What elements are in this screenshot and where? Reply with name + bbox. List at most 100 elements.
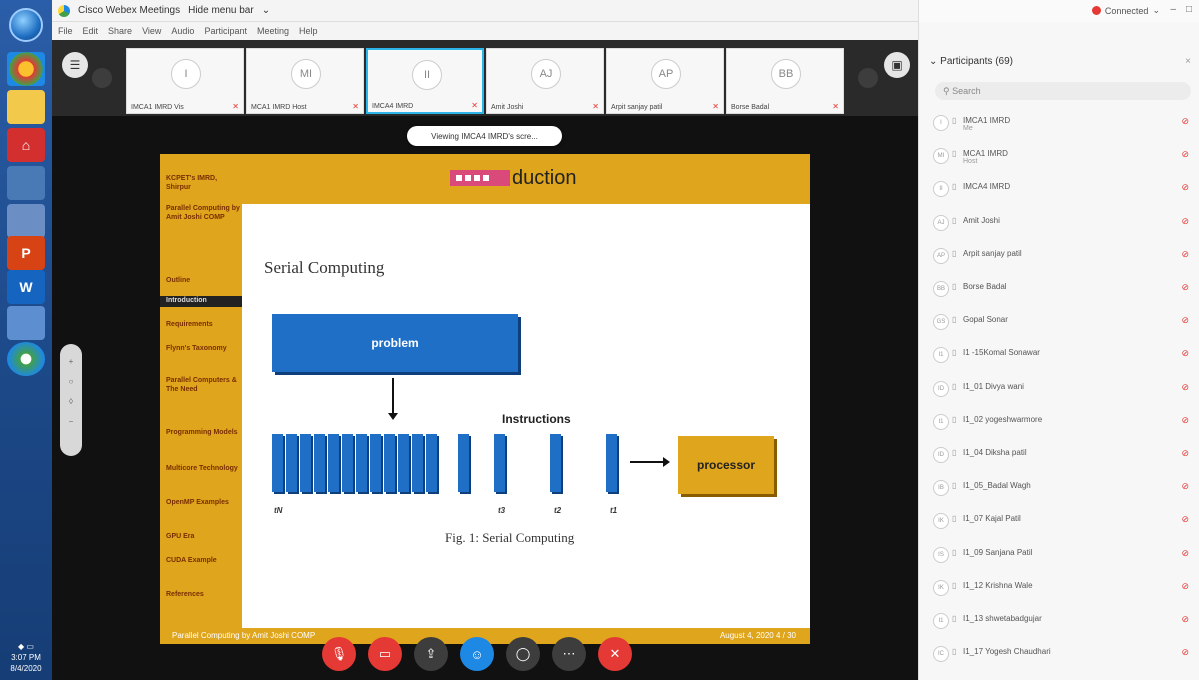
mic-muted-icon: ⊘	[1181, 448, 1189, 458]
participant-thumbnail[interactable]: MI MCA1 IMRD Host ✕	[246, 48, 364, 114]
video-off-button[interactable]: ▭	[368, 637, 402, 671]
explorer-taskbar-icon[interactable]	[7, 90, 45, 124]
menu-bar: File Edit Share View Audio Participant Meeting…	[52, 22, 918, 40]
connection-status[interactable]: Connected ⌄	[1091, 5, 1160, 16]
viewing-banner[interactable]: Viewing IMCA4 IMRD's scre...	[407, 126, 562, 146]
chrome-taskbar-icon[interactable]	[7, 52, 45, 86]
participant-thumbnail[interactable]: BB Borse Badal ✕	[726, 48, 844, 114]
powerpoint-taskbar-icon[interactable]: P	[7, 236, 45, 270]
pdf-taskbar-icon[interactable]: ⌂	[7, 128, 45, 162]
settings-taskbar-icon[interactable]	[7, 204, 45, 238]
menu-item[interactable]: Help	[299, 26, 318, 36]
device-icon: ▯	[952, 248, 957, 258]
windows-taskbar: ⌂ P W ◆ ▭ 3:07 PM 8/4/2020	[0, 0, 52, 680]
device-icon: ▯	[952, 580, 957, 590]
tray-icons[interactable]: ◆ ▭	[4, 641, 48, 652]
search-placeholder: Search	[952, 86, 981, 96]
participant-thumbnail[interactable]: AP Arpit sanjay patil ✕	[606, 48, 724, 114]
participant-thumbnail[interactable]: AJ Amit Joshi ✕	[486, 48, 604, 114]
shared-screen-area: Viewing IMCA4 IMRD's scre... duction KCP…	[52, 116, 918, 680]
participant-name: I1_13 shwetabadgujar	[963, 614, 1042, 623]
window-title: Cisco Webex Meetings	[78, 5, 181, 16]
participant-row[interactable]: ID ▯ I1_04 Diksha patil ⊘	[933, 444, 1195, 464]
strip-menu-button[interactable]: ☰	[62, 52, 88, 78]
participant-row[interactable]: IC ▯ I1_17 Yogesh Chaudhari ⊘	[933, 643, 1195, 663]
more-icon: ⋯	[562, 646, 576, 661]
avatar: I1	[933, 413, 949, 430]
more-button[interactable]: ⋯	[552, 637, 586, 671]
participant-row[interactable]: I ▯ IMCA1 IMRD Me ⊘	[933, 112, 1195, 132]
slide-nav-item: KCPET's IMRD, Shirpur	[166, 175, 218, 191]
instruction-block	[398, 434, 409, 492]
participant-row[interactable]: GS ▯ Gopal Sonar ⊘	[933, 311, 1195, 331]
zoom-out-icon[interactable]: −	[60, 412, 82, 432]
start-button[interactable]	[9, 8, 43, 42]
zoom-reset-icon[interactable]: ○	[60, 372, 82, 392]
avatar: AJ	[933, 214, 949, 231]
participant-row[interactable]: IK ▯ I1_12 Krishna Wale ⊘	[933, 577, 1195, 597]
thumbnail-name: Borse Badal	[731, 104, 770, 111]
participant-name: I1_01 Divya wani	[963, 381, 1024, 391]
avatar: II	[412, 60, 442, 90]
webex-taskbar-icon[interactable]	[7, 342, 45, 376]
strip-prev-button[interactable]	[92, 68, 112, 88]
mic-off-icon: 🎙	[330, 646, 348, 661]
close-panel-icon[interactable]: ×	[1185, 56, 1191, 67]
video-off-icon: ▭	[378, 646, 392, 661]
minimize-icon[interactable]: –	[1170, 4, 1176, 15]
participants-button[interactable]: ☺	[460, 637, 494, 671]
strip-next-button[interactable]	[858, 68, 878, 88]
zoom-control[interactable]: + ○ ◊ −	[60, 344, 82, 456]
participant-row[interactable]: AP ▯ Arpit sanjay patil ⊘	[933, 245, 1195, 265]
avatar: IB	[933, 480, 949, 497]
participant-search-input[interactable]: ⚲ Search	[935, 82, 1191, 100]
avatar: II	[933, 181, 949, 198]
menu-item[interactable]: Edit	[83, 26, 99, 36]
participant-row[interactable]: I1 ▯ I1_13 shwetabadgujar ⊘	[933, 610, 1195, 630]
participant-thumbnail[interactable]: I IMCA1 IMRD Vis ✕	[126, 48, 244, 114]
share-button[interactable]: ⇪	[414, 637, 448, 671]
menu-item[interactable]: View	[142, 26, 161, 36]
participant-name: Gopal Sonar	[963, 315, 1008, 325]
participant-row[interactable]: AJ ▯ Amit Joshi ⊘	[933, 212, 1195, 232]
system-tray: ◆ ▭ 3:07 PM 8/4/2020	[4, 641, 48, 674]
participant-row[interactable]: I1 ▯ I1 -15Komal Sonawar ⊘	[933, 344, 1195, 364]
t-label: tN	[274, 506, 283, 515]
instruction-block	[412, 434, 423, 492]
participant-row[interactable]: IS ▯ I1_09 Sanjana Patil ⊘	[933, 544, 1195, 564]
menu-item[interactable]: Participant	[204, 26, 247, 36]
chat-button[interactable]: ◯	[506, 637, 540, 671]
avatar: AP	[651, 59, 681, 89]
slide-sidebar: KCPET's IMRD, Shirpur Parallel Computing …	[160, 154, 242, 644]
zoom-fit-icon[interactable]: ◊	[60, 392, 82, 412]
participant-row[interactable]: II ▯ IMCA4 IMRD ⊘	[933, 178, 1195, 198]
avatar: I1	[933, 613, 949, 629]
chevron-down-icon[interactable]: ⌄	[262, 5, 270, 16]
instruction-block	[272, 434, 283, 492]
app-taskbar-icon[interactable]	[7, 166, 45, 200]
participant-row[interactable]: IK ▯ I1_07 Kajal Patil ⊘	[933, 510, 1195, 530]
participant-row[interactable]: ID ▯ I1_01 Divya wani ⊘	[933, 378, 1195, 398]
layout-button[interactable]: ▣	[884, 52, 910, 78]
menu-item[interactable]: Meeting	[257, 26, 289, 36]
avatar: AJ	[531, 59, 561, 89]
participant-row[interactable]: I1 ▯ I1_02 yogeshwarmore ⊘	[933, 411, 1195, 431]
maximize-icon[interactable]: □	[1186, 4, 1192, 15]
participant-row[interactable]: IB ▯ I1_05_Badal Wagh ⊘	[933, 477, 1195, 497]
close-button[interactable]: ✕	[598, 637, 632, 671]
menu-item[interactable]: File	[58, 26, 73, 36]
hide-menu-toggle[interactable]: Hide menu bar	[188, 5, 254, 16]
participant-thumbnail[interactable]: II IMCA4 IMRD ✕	[366, 48, 484, 114]
participant-row[interactable]: MI ▯ MCA1 IMRD Host ⊘	[933, 145, 1195, 165]
word-taskbar-icon[interactable]: W	[7, 270, 45, 304]
menu-item[interactable]: Audio	[171, 26, 194, 36]
arrow-right	[630, 457, 670, 467]
network-taskbar-icon[interactable]	[7, 306, 45, 340]
slide-nav-item: Multicore Technology	[166, 465, 238, 472]
mic-off-button[interactable]: 🎙	[322, 637, 356, 671]
menu-item[interactable]: Share	[108, 26, 132, 36]
participants-title[interactable]: ⌄ Participants (69)	[929, 56, 1013, 67]
participant-row[interactable]: BB ▯ Borse Badal ⊘	[933, 278, 1195, 298]
zoom-in-icon[interactable]: +	[60, 352, 82, 372]
arrow-down	[388, 378, 398, 420]
